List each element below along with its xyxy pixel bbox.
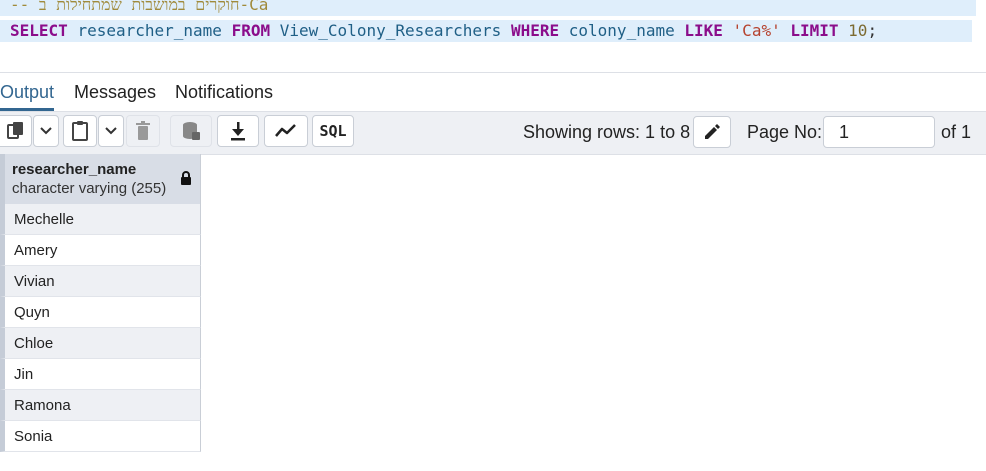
results-tabs: Output Messages Notifications	[0, 73, 986, 112]
copy-options-dropdown[interactable]	[33, 115, 59, 147]
tab-output[interactable]: Output	[0, 81, 55, 111]
page-number-input[interactable]	[823, 116, 935, 148]
chevron-down-icon	[39, 126, 53, 136]
page-no-label: Page No:	[747, 122, 823, 142]
code-line-comment: -- חוקרים במושבות שמתחילות ב-Ca	[0, 0, 976, 16]
sql-keyword-like: LIKE	[684, 21, 723, 40]
column-header-researcher-name[interactable]: researcher_name character varying (255)	[0, 154, 201, 204]
save-data-button[interactable]	[170, 115, 212, 147]
sql-view-name: View_Colony_Researchers	[279, 21, 502, 40]
sql-keyword-where: WHERE	[510, 21, 560, 40]
table-row[interactable]: Quyn	[0, 297, 201, 328]
lock-icon	[180, 171, 192, 191]
sql-terminator: ;	[867, 21, 878, 40]
download-button[interactable]	[217, 115, 259, 147]
sql-column: researcher_name	[77, 21, 222, 40]
chevron-down-icon	[104, 126, 118, 136]
sql-comment: -- חוקרים במושבות שמתחילות ב-Ca	[10, 0, 269, 14]
clipboard-icon	[71, 120, 89, 142]
tab-messages[interactable]: Messages	[74, 81, 156, 109]
code-line-query: SELECT researcher_name FROM View_Colony_…	[0, 20, 972, 42]
database-save-icon	[181, 121, 201, 141]
sql-where-column: colony_name	[568, 21, 675, 40]
trash-icon	[135, 121, 151, 141]
graph-visualiser-button[interactable]	[264, 115, 308, 147]
rows-count-text: Showing rows: 1 to 8	[523, 122, 691, 142]
sql-button-label: SQL	[319, 122, 347, 140]
pencil-icon	[703, 123, 721, 141]
column-type: character varying (255)	[12, 180, 167, 197]
line-chart-icon	[275, 124, 297, 138]
sql-pattern-string: 'Ca%'	[732, 21, 781, 40]
sql-keyword-limit: LIMIT	[790, 21, 839, 40]
download-icon	[229, 121, 247, 141]
sql-limit-value: 10	[848, 21, 868, 40]
copy-button[interactable]	[0, 115, 32, 147]
paste-button[interactable]	[63, 115, 97, 147]
edit-rows-button[interactable]	[693, 116, 731, 148]
table-row[interactable]: Chloe	[0, 328, 201, 359]
sql-editor[interactable]: -- חוקרים במושבות שמתחילות ב-Ca SELECT r…	[0, 0, 986, 73]
table-row[interactable]: Amery	[0, 235, 201, 266]
copy-icon	[6, 121, 25, 141]
sql-button[interactable]: SQL	[312, 115, 354, 147]
delete-row-button[interactable]	[126, 115, 160, 147]
table-row[interactable]: Ramona	[0, 390, 201, 421]
table-row[interactable]: Sonia	[0, 421, 201, 452]
page-total-text: of 1	[941, 122, 972, 142]
paste-options-dropdown[interactable]	[98, 115, 124, 147]
column-name: researcher_name	[12, 161, 137, 178]
results-grid: researcher_name character varying (255) …	[0, 154, 201, 452]
table-row[interactable]: Mechelle	[0, 204, 201, 235]
sql-keyword-from: FROM	[231, 21, 271, 40]
results-toolbar: SQL Showing rows: 1 to 8 Page No: of 1	[0, 112, 986, 155]
table-row[interactable]: Jin	[0, 359, 201, 390]
sql-keyword-select: SELECT	[10, 21, 68, 40]
table-row[interactable]: Vivian	[0, 266, 201, 297]
tab-notifications[interactable]: Notifications	[175, 81, 273, 109]
